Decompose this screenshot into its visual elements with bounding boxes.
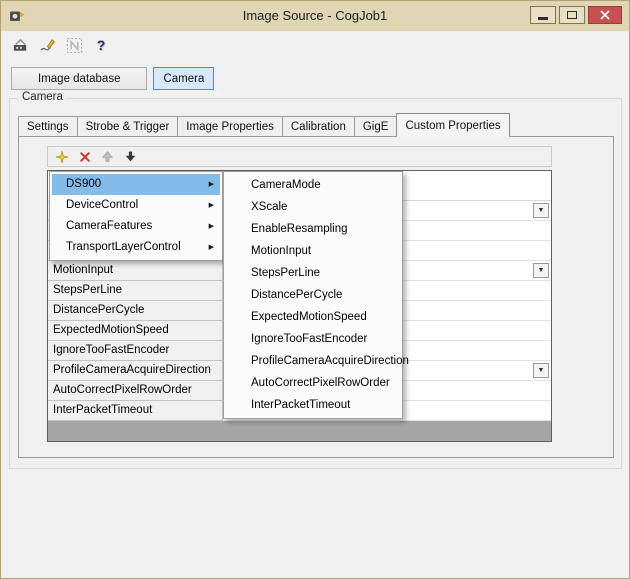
close-button[interactable] <box>588 6 622 24</box>
menu-item-label: DeviceControl <box>66 199 138 211</box>
caption-buttons <box>530 6 622 24</box>
camera-connect-icon[interactable] <box>11 36 29 54</box>
property-name: ProfileCameraAcquireDirection <box>48 361 223 381</box>
context-submenu: CameraModeXScaleEnableResamplingMotionIn… <box>223 171 403 419</box>
menu-item-label: TransportLayerControl <box>66 241 181 253</box>
tab-settings[interactable]: Settings <box>18 116 78 136</box>
property-name: DistancePerCycle <box>48 301 223 321</box>
close-icon <box>600 10 610 20</box>
image-source-window: Image Source - CogJob1 <box>0 0 630 579</box>
combo-dropdown-button[interactable]: ▼ <box>533 263 549 278</box>
submenu-item-cameramode[interactable]: CameraMode <box>226 174 400 196</box>
live-display-disabled-icon[interactable] <box>65 36 83 54</box>
submenu-item-distancepercycle[interactable]: DistancePerCycle <box>226 284 400 306</box>
submenu-arrow-icon: ▶ <box>209 174 214 195</box>
property-name: MotionInput <box>48 261 223 281</box>
submenu-item-profilecameraacquiredirection[interactable]: ProfileCameraAcquireDirection <box>226 350 400 372</box>
image-database-button[interactable]: Image database <box>11 67 147 90</box>
submenu-item-enableresampling[interactable]: EnableResampling <box>226 218 400 240</box>
delete-property-icon[interactable] <box>77 149 92 164</box>
menu-item-camerafeatures[interactable]: CameraFeatures ▶ <box>52 216 220 237</box>
minimize-button[interactable] <box>530 6 556 24</box>
move-up-icon[interactable] <box>100 149 115 164</box>
add-property-icon[interactable] <box>54 149 69 164</box>
menu-item-label: CameraFeatures <box>66 220 152 232</box>
help-icon[interactable]: ? <box>92 36 110 54</box>
property-name: StepsPerLine <box>48 281 223 301</box>
combo-dropdown-button[interactable]: ▼ <box>533 363 549 378</box>
submenu-item-xscale[interactable]: XScale <box>226 196 400 218</box>
combo-dropdown-button[interactable]: ▼ <box>533 203 549 218</box>
submenu-arrow-icon: ▶ <box>209 237 214 258</box>
property-name: InterPacketTimeout <box>48 401 223 421</box>
source-buttons: Image database Camera <box>11 67 214 90</box>
submenu-item-stepsperline[interactable]: StepsPerLine <box>226 262 400 284</box>
minimize-icon <box>538 17 548 20</box>
submenu-item-autocorrectpixelroworder[interactable]: AutoCorrectPixelRowOrder <box>226 372 400 394</box>
context-menu: DS900▶DeviceControl▶CameraFeatures▶Trans… <box>49 171 223 261</box>
grid-toolbar <box>47 146 552 167</box>
submenu-item-interpackettimeout[interactable]: InterPacketTimeout <box>226 394 400 416</box>
tab-image-properties[interactable]: Image Properties <box>177 116 283 136</box>
property-grid-empty-area <box>48 421 551 441</box>
property-name: IgnoreTooFastEncoder <box>48 341 223 361</box>
property-name: ExpectedMotionSpeed <box>48 321 223 341</box>
menu-item-transportlayercontrol[interactable]: TransportLayerControl ▶ <box>52 237 220 258</box>
maximize-icon <box>567 11 577 19</box>
submenu-item-expectedmotionspeed[interactable]: ExpectedMotionSpeed <box>226 306 400 328</box>
move-down-icon[interactable] <box>123 149 138 164</box>
camera-group-label: Camera <box>18 91 67 103</box>
property-name: AutoCorrectPixelRowOrder <box>48 381 223 401</box>
camera-button[interactable]: Camera <box>153 67 214 90</box>
main-toolbar: ? <box>11 34 110 56</box>
menu-item-label: DS900 <box>66 178 101 190</box>
submenu-item-ignoretoofastencoder[interactable]: IgnoreTooFastEncoder <box>226 328 400 350</box>
tab-strobe-trigger[interactable]: Strobe & Trigger <box>77 116 179 136</box>
menu-item-devicecontrol[interactable]: DeviceControl ▶ <box>52 195 220 216</box>
submenu-item-motioninput[interactable]: MotionInput <box>226 240 400 262</box>
tab-strip: SettingsStrobe & TriggerImage Properties… <box>18 113 510 136</box>
submenu-arrow-icon: ▶ <box>209 195 214 216</box>
menu-item-ds900[interactable]: DS900 ▶ <box>52 174 220 195</box>
titlebar[interactable]: Image Source - CogJob1 <box>1 1 629 31</box>
tab-custom-properties[interactable]: Custom Properties <box>396 113 509 136</box>
submenu-arrow-icon: ▶ <box>209 216 214 237</box>
maximize-button[interactable] <box>559 6 585 24</box>
signature-pen-icon[interactable] <box>38 36 56 54</box>
tab-calibration[interactable]: Calibration <box>282 116 355 136</box>
tab-gige[interactable]: GigE <box>354 116 398 136</box>
